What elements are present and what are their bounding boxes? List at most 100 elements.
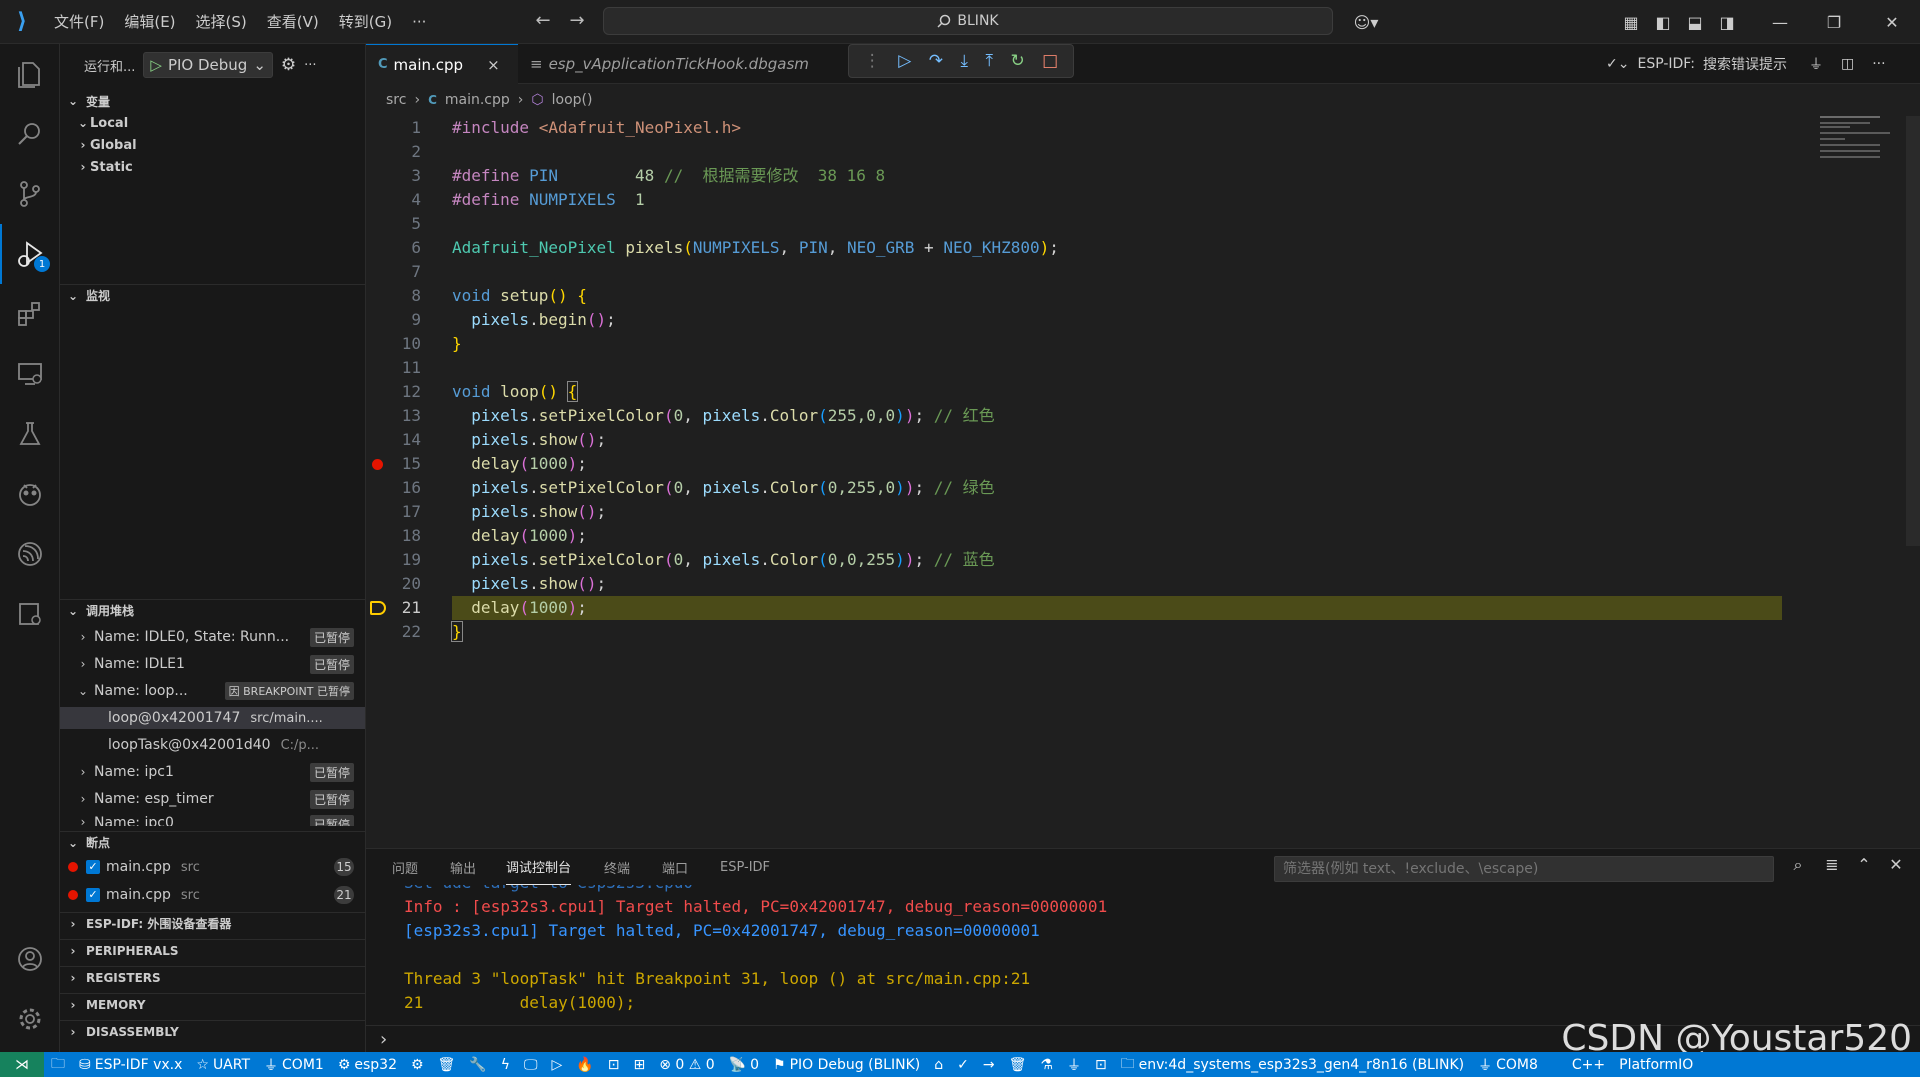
breakpoints-section-header[interactable]: ⌄ 断点 <box>60 831 365 853</box>
breakpoint-item[interactable]: ✓ main.cpp src 21 <box>60 884 365 906</box>
variables-section-header[interactable]: ⌄ 变量 <box>60 90 365 112</box>
close-window-icon[interactable]: ✕ <box>1872 0 1912 44</box>
registers-section-header[interactable]: › REGISTERS <box>60 966 365 988</box>
serial-port[interactable]: ⏚ COM1 <box>257 1052 331 1077</box>
flash-method[interactable]: ☆ UART <box>189 1052 257 1077</box>
callstack-frame-selected[interactable]: loop@0x42001747 src/main.... <box>60 707 365 729</box>
clear-console-icon[interactable]: ≣ <box>1820 855 1844 874</box>
check-icon[interactable]: ✓⌄ <box>1606 56 1629 72</box>
breakpoint-checkbox[interactable]: ✓ <box>86 888 100 902</box>
extensions-icon[interactable] <box>0 284 60 344</box>
pio-terminal-icon[interactable]: ⊡ <box>1088 1052 1114 1077</box>
close-panel-icon[interactable]: ✕ <box>1884 855 1908 874</box>
restore-icon[interactable]: ❐ <box>1814 0 1854 44</box>
pio-build-check-icon[interactable]: ✓ <box>950 1052 976 1077</box>
callstack-thread[interactable]: › Name: IDLE0, State: Runn... 已暂停 <box>60 626 365 648</box>
pio-upload-arrow-icon[interactable]: → <box>976 1052 1002 1077</box>
search-icon[interactable]: ⌕ <box>1786 855 1810 875</box>
variables-scope-static[interactable]: › Static <box>60 156 365 178</box>
breakpoint-checkbox[interactable]: ✓ <box>86 860 100 874</box>
language-mode[interactable]: C++ <box>1565 1052 1612 1077</box>
step-over-icon[interactable]: ↷ <box>929 52 943 70</box>
step-out-icon[interactable]: ⤒ <box>985 52 993 70</box>
accounts-icon[interactable] <box>0 929 60 989</box>
pio-serial-monitor-icon[interactable]: ⏚ <box>1060 1052 1088 1077</box>
menu-edit[interactable]: 编辑(E) <box>114 0 185 44</box>
platformio-icon[interactable] <box>0 464 60 524</box>
breakpoint-item[interactable]: ✓ main.cpp src 15 <box>60 856 365 878</box>
restart-icon[interactable]: ↻ <box>1010 52 1024 70</box>
tab-dbgasm[interactable]: ≡ esp_vApplicationTickHook.dbgasm <box>518 44 821 84</box>
sdkconfig-gear-icon[interactable]: ⚙ <box>404 1052 431 1077</box>
continue-icon[interactable]: ▷ <box>898 52 911 70</box>
more-actions-icon[interactable]: ··· <box>304 58 316 73</box>
explorer-icon[interactable] <box>0 44 60 104</box>
callstack-thread[interactable]: › Name: IDLE1 已暂停 <box>60 653 365 675</box>
memory-section-header[interactable]: › MEMORY <box>60 993 365 1015</box>
debug-settings-gear-icon[interactable]: ⚙ <box>281 55 296 75</box>
disassembly-section-header[interactable]: › DISASSEMBLY <box>60 1020 365 1042</box>
tab-ports[interactable]: 端口 <box>662 849 688 885</box>
variables-scope-global[interactable]: › Global <box>60 134 365 156</box>
pio-clean-icon[interactable]: 🗑 <box>1002 1052 1034 1077</box>
pio-environment[interactable]: 🗀 env:4d_systems_esp32s3_gen4_r8n16 (BLIN… <box>1114 1052 1471 1077</box>
search-view-icon[interactable] <box>0 104 60 164</box>
testing-icon[interactable] <box>0 404 60 464</box>
callstack-thread-paused[interactable]: ⌄ Name: loop... 因 BREAKPOINT 已暂停 <box>60 680 365 702</box>
ports-forwarded[interactable]: 📡 0 <box>722 1052 766 1077</box>
copilot-icon[interactable]: ☺▾ <box>1346 0 1386 44</box>
editor-scrollbar[interactable] <box>1906 116 1920 546</box>
flash-icon[interactable]: ϟ <box>494 1052 517 1077</box>
debug-config-select[interactable]: ▷ PIO Debug ⌄ <box>143 52 273 78</box>
device-manager-icon[interactable] <box>0 584 60 644</box>
close-tab-icon[interactable]: × <box>487 56 500 74</box>
toggle-secondary-sidebar-icon[interactable]: ◨ <box>1712 0 1742 44</box>
menu-file[interactable]: 文件(F) <box>44 0 114 44</box>
callstack-frame[interactable]: loopTask@0x42001d40 C:/p... <box>60 734 365 756</box>
menu-view[interactable]: 查看(V) <box>257 0 329 44</box>
minimap[interactable] <box>1820 116 1900 176</box>
esp-idf-peripheral-viewer-header[interactable]: › ESP-IDF: 外围设备查看器 <box>60 912 365 934</box>
variables-scope-local[interactable]: ⌄ Local <box>60 112 365 134</box>
customize-layout-icon[interactable]: ▦ <box>1616 0 1646 44</box>
callstack-section-header[interactable]: ⌄ 调用堆栈 <box>60 599 365 621</box>
menu-more[interactable]: ··· <box>402 0 436 44</box>
debug-icon[interactable]: ▷ <box>545 1052 570 1077</box>
pio-port[interactable]: ⏚ COM8 <box>1471 1052 1545 1077</box>
source-control-icon[interactable] <box>0 164 60 224</box>
tab-output[interactable]: 输出 <box>450 849 476 885</box>
toggle-panel-icon[interactable]: ⬓ <box>1680 0 1710 44</box>
peripherals-section-header[interactable]: › PERIPHERALS <box>60 939 365 961</box>
pio-home-icon[interactable]: ⌂ <box>927 1052 950 1077</box>
nav-forward-icon[interactable]: → <box>562 10 592 31</box>
more-editor-actions-icon[interactable]: ··· <box>1872 56 1885 72</box>
full-clean-icon[interactable]: 🗑 <box>431 1052 463 1077</box>
maximize-panel-icon[interactable]: ⌃ <box>1852 855 1876 874</box>
minimize-icon[interactable]: — <box>1760 0 1800 44</box>
monitor-icon[interactable]: 🖵 <box>517 1052 545 1077</box>
tab-problems[interactable]: 问题 <box>392 849 418 885</box>
breadcrumb-file[interactable]: main.cpp <box>445 92 510 108</box>
stop-icon[interactable]: □ <box>1042 52 1058 70</box>
esp-idf-search-error-button[interactable]: 搜索错误提示 <box>1703 54 1787 74</box>
breadcrumb-folder[interactable]: src <box>386 92 406 108</box>
target-chip[interactable]: ⚙ esp32 <box>331 1052 404 1077</box>
menu-selection[interactable]: 选择(S) <box>186 0 257 44</box>
tab-terminal[interactable]: 终端 <box>604 849 630 885</box>
drag-handle-icon[interactable]: ⋮ <box>864 52 881 70</box>
step-into-icon[interactable]: ⤓ <box>960 52 968 70</box>
problems-count[interactable]: ⊗ 0 ⚠ 0 <box>652 1052 721 1077</box>
command-icon[interactable]: ⊞ <box>626 1052 652 1077</box>
code-editor[interactable]: 1 #include <Adafruit_NeoPixel.h> 2 3 #defi… <box>366 116 1920 848</box>
esp-idf-version[interactable]: ⛁ ESP-IDF vx.x <box>72 1052 189 1077</box>
espressif-icon[interactable] <box>0 524 60 584</box>
breadcrumb-symbol[interactable]: loop() <box>552 92 593 108</box>
watch-section-header[interactable]: ⌄ 监视 <box>60 284 365 306</box>
esp-idf-explorer-icon[interactable]: 🗀 <box>44 1052 72 1077</box>
remote-explorer-icon[interactable] <box>0 344 60 404</box>
callstack-thread[interactable]: › Name: ipc0 已暂停 <box>60 815 365 826</box>
active-debug-session[interactable]: ⚑ PIO Debug (BLINK) <box>766 1052 927 1077</box>
nav-back-icon[interactable]: ← <box>528 10 558 31</box>
platformio-label[interactable]: PlatformIO <box>1612 1052 1700 1077</box>
callstack-thread[interactable]: › Name: ipc1 已暂停 <box>60 761 365 783</box>
